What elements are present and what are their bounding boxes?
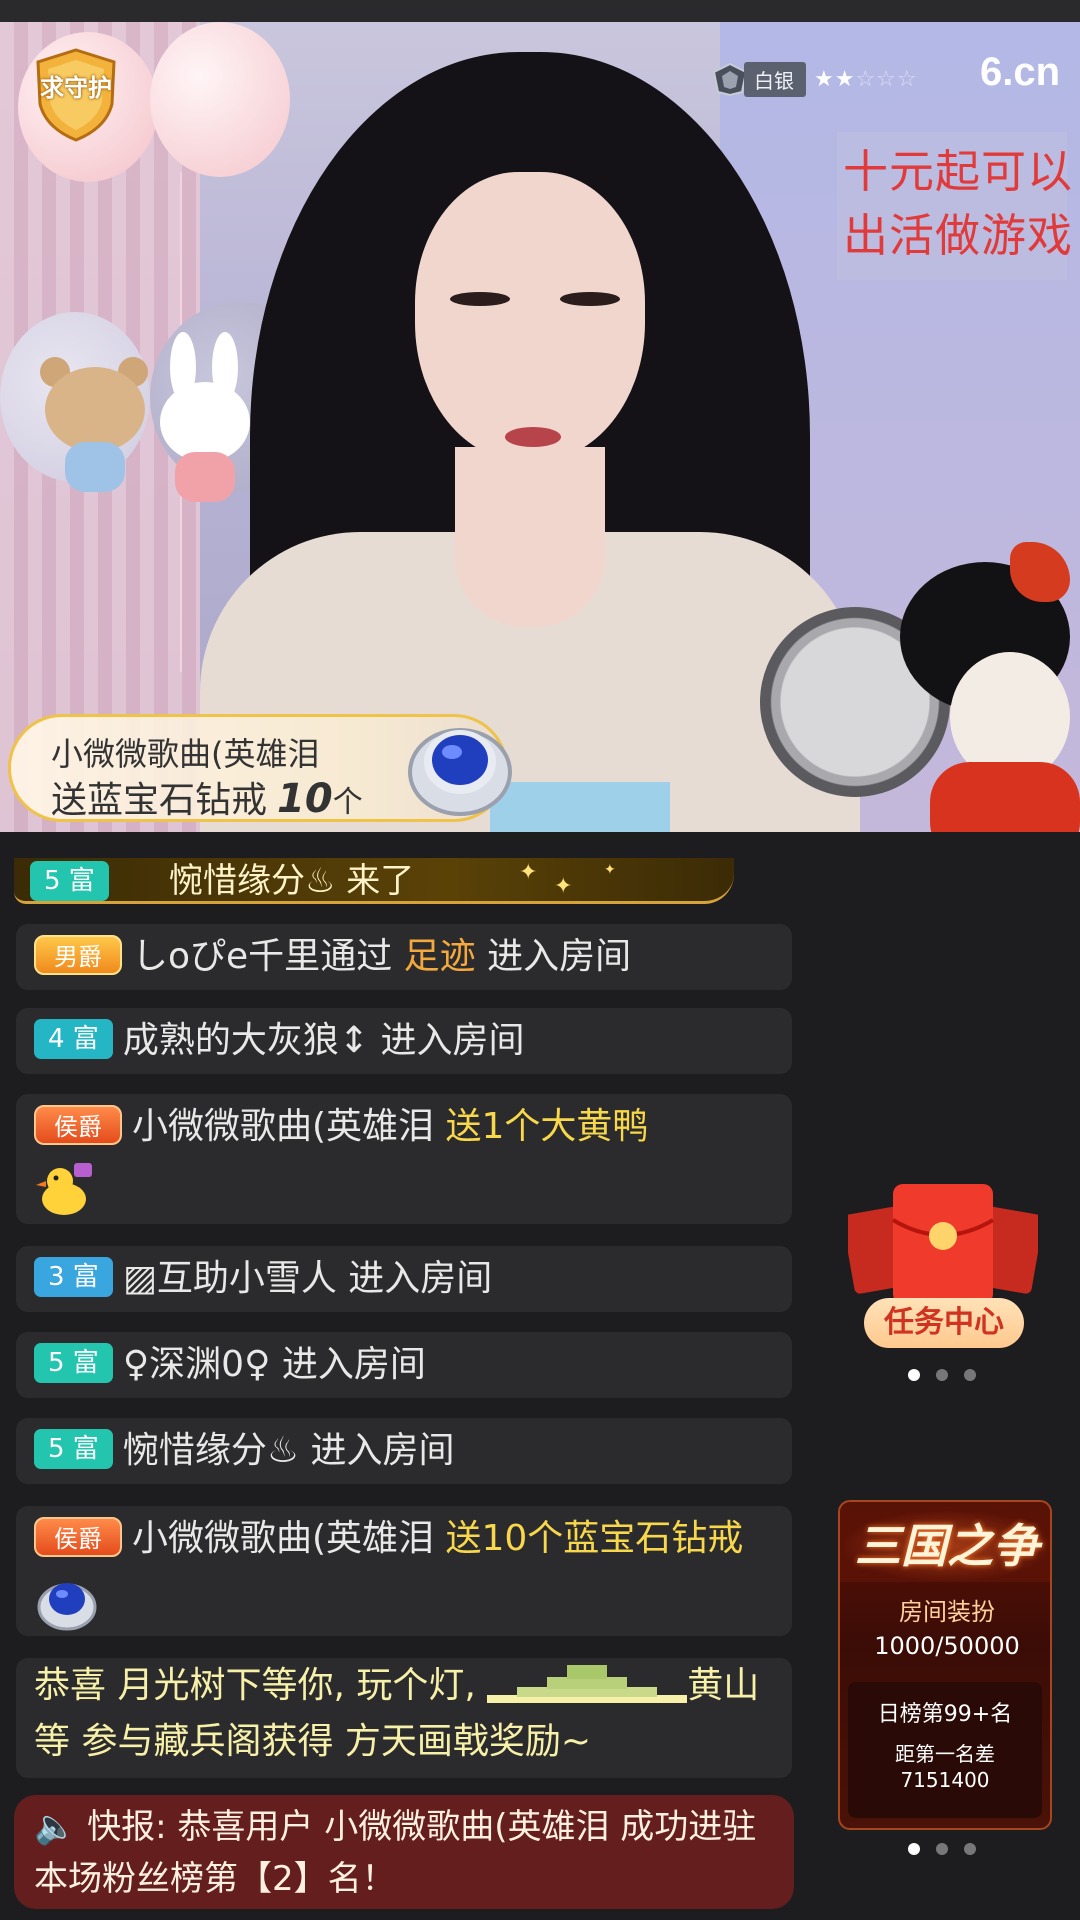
gift-detail: 送蓝宝石钻戒 10个 <box>51 776 363 822</box>
yellow-duck-icon <box>36 1163 92 1215</box>
source-link[interactable]: 足迹 <box>404 936 476 977</box>
status-bar <box>0 0 1080 22</box>
entry-text: 惋惜缘分♨ 来了 <box>169 861 415 901</box>
sign-line: 十元起可以 <box>843 145 1074 198</box>
wealth-badge: 3 富 <box>34 1257 113 1297</box>
red-envelope-icon <box>842 1184 1044 1304</box>
wealth-badge: 5 富 <box>34 1343 113 1383</box>
username[interactable]: 惋惜缘分♨ <box>123 1430 299 1471</box>
fortune-prefix: 恭喜 月光树下等你, 玩个灯, <box>34 1665 476 1706</box>
balloon <box>150 22 290 177</box>
streamer-face <box>415 172 645 462</box>
gift-sender: 小微微歌曲(英雄泪 <box>51 735 320 773</box>
task-center-label[interactable]: 任务中心 <box>864 1298 1024 1348</box>
sparkle-icon: ✦ <box>554 874 573 899</box>
daily-rank: 日榜第99+名 <box>877 1702 1013 1727</box>
event-promo-card[interactable]: 三国之争 房间装扮 1000/50000 日榜第99+名 距第一名差 71514… <box>838 1500 1052 1830</box>
guard-logo-text[interactable]: 求守护 <box>34 68 118 103</box>
rank-stars: ★★☆☆☆ <box>814 66 918 92</box>
system-message: 恭喜 月光树下等你, 玩个灯, 黄山等 参与藏兵阁获得 方天画戟奖励~ <box>16 1658 792 1778</box>
page-dot[interactable] <box>908 1369 920 1381</box>
plush-toy <box>900 542 1080 832</box>
event-title: 三国之争 <box>840 1510 1050 1582</box>
wealth-badge: 5 富 <box>34 1429 113 1469</box>
sign-line: 出活做游戏 <box>843 209 1074 262</box>
username[interactable]: 小微微歌曲(英雄泪 <box>132 1106 434 1147</box>
chat-message[interactable]: 5 富 ♀深渊0♀ 进入房间 <box>16 1332 792 1398</box>
username[interactable]: ▨互助小雪人 <box>123 1258 337 1299</box>
sparkle-icon: ✦ <box>604 862 616 878</box>
gift-text: 送10个蓝宝石钻戒 <box>445 1518 744 1559</box>
chat-message[interactable]: 侯爵 小微微歌曲(英雄泪 送10个蓝宝石钻戒 <box>16 1506 792 1636</box>
chat-message[interactable]: 男爵 しoぴe千里通过 足迹 进入房间 <box>16 924 792 990</box>
chat-message[interactable]: 侯爵 小微微歌曲(英雄泪 送1个大黄鸭 <box>16 1094 792 1224</box>
page-dot[interactable] <box>936 1843 948 1855</box>
page-dot[interactable] <box>936 1369 948 1381</box>
speaker-icon: 🔈 <box>34 1807 77 1847</box>
eye <box>560 292 620 306</box>
username[interactable]: しoぴe千里 <box>132 936 320 977</box>
sparkle-icon: ✦ <box>519 860 538 885</box>
brand-logo: 6.cn <box>980 50 1061 94</box>
flash-news: 🔈 快报: 恭喜用户 小微微歌曲(英雄泪 成功进驻本场粉丝榜第【2】名！ <box>14 1795 794 1909</box>
username[interactable]: ♀深渊0♀ <box>123 1344 271 1385</box>
wealth-badge: 4 富 <box>34 1019 113 1059</box>
task-pager[interactable] <box>908 1369 976 1381</box>
promo-pager[interactable] <box>908 1843 976 1855</box>
gift-text: 送1个大黄鸭 <box>445 1106 649 1147</box>
sapphire-ring-icon <box>408 728 512 816</box>
task-center-button[interactable]: 任务中心 <box>842 1180 1044 1355</box>
eye <box>450 292 510 306</box>
username[interactable]: 小微微歌曲(英雄泪 <box>132 1518 434 1559</box>
chat-message[interactable]: 3 富 ▨互助小雪人 进入房间 <box>16 1246 792 1312</box>
bear-sticker <box>40 347 150 497</box>
sapphire-ring-icon <box>37 1583 97 1631</box>
rank-label: 白银 <box>744 61 806 97</box>
noble-badge: 侯爵 <box>34 1105 122 1145</box>
wealth-badge: 5 富 <box>30 861 109 901</box>
username[interactable]: 成熟的大灰狼↕ <box>123 1020 369 1061</box>
stream-sign: 十元起可以 出活做游戏 <box>837 132 1074 280</box>
page-dot[interactable] <box>964 1369 976 1381</box>
rank-panel: 日榜第99+名 距第一名差 7151400 <box>848 1682 1042 1818</box>
anchor-rank-badge[interactable]: 白银 ★★☆☆☆ <box>710 61 918 97</box>
gap-label: 距第一名差 <box>895 1742 995 1766</box>
flash-text: 快报: 恭喜用户 小微微歌曲(英雄泪 成功进驻本场粉丝榜第【2】名！ <box>34 1807 757 1899</box>
page-dot[interactable] <box>908 1843 920 1855</box>
vip-entry-message: 5 富 惋惜缘分♨ 来了 ✦ ✦ ✦ <box>14 858 734 904</box>
level-bars-icon <box>487 1665 688 1703</box>
chat-message[interactable]: 5 富惋惜缘分♨ 进入房间 <box>16 1418 792 1484</box>
chat-message[interactable]: 4 富成熟的大灰狼↕ 进入房间 <box>16 1008 792 1074</box>
event-progress: 1000/50000 <box>874 1632 1020 1660</box>
bunny-sticker <box>150 332 260 502</box>
streamer-neck <box>455 447 605 627</box>
gap-value: 7151400 <box>900 1768 990 1792</box>
event-subtitle: 房间装扮 <box>899 1598 995 1626</box>
noble-badge: 男爵 <box>34 935 122 975</box>
page-dot[interactable] <box>964 1843 976 1855</box>
live-video[interactable]: 求守护 白银 ★★☆☆☆ 6.cn 十元起可以 出活做游戏 小微微歌曲(英雄泪 … <box>0 22 1080 832</box>
noble-badge: 侯爵 <box>34 1517 122 1557</box>
lips <box>505 427 561 447</box>
